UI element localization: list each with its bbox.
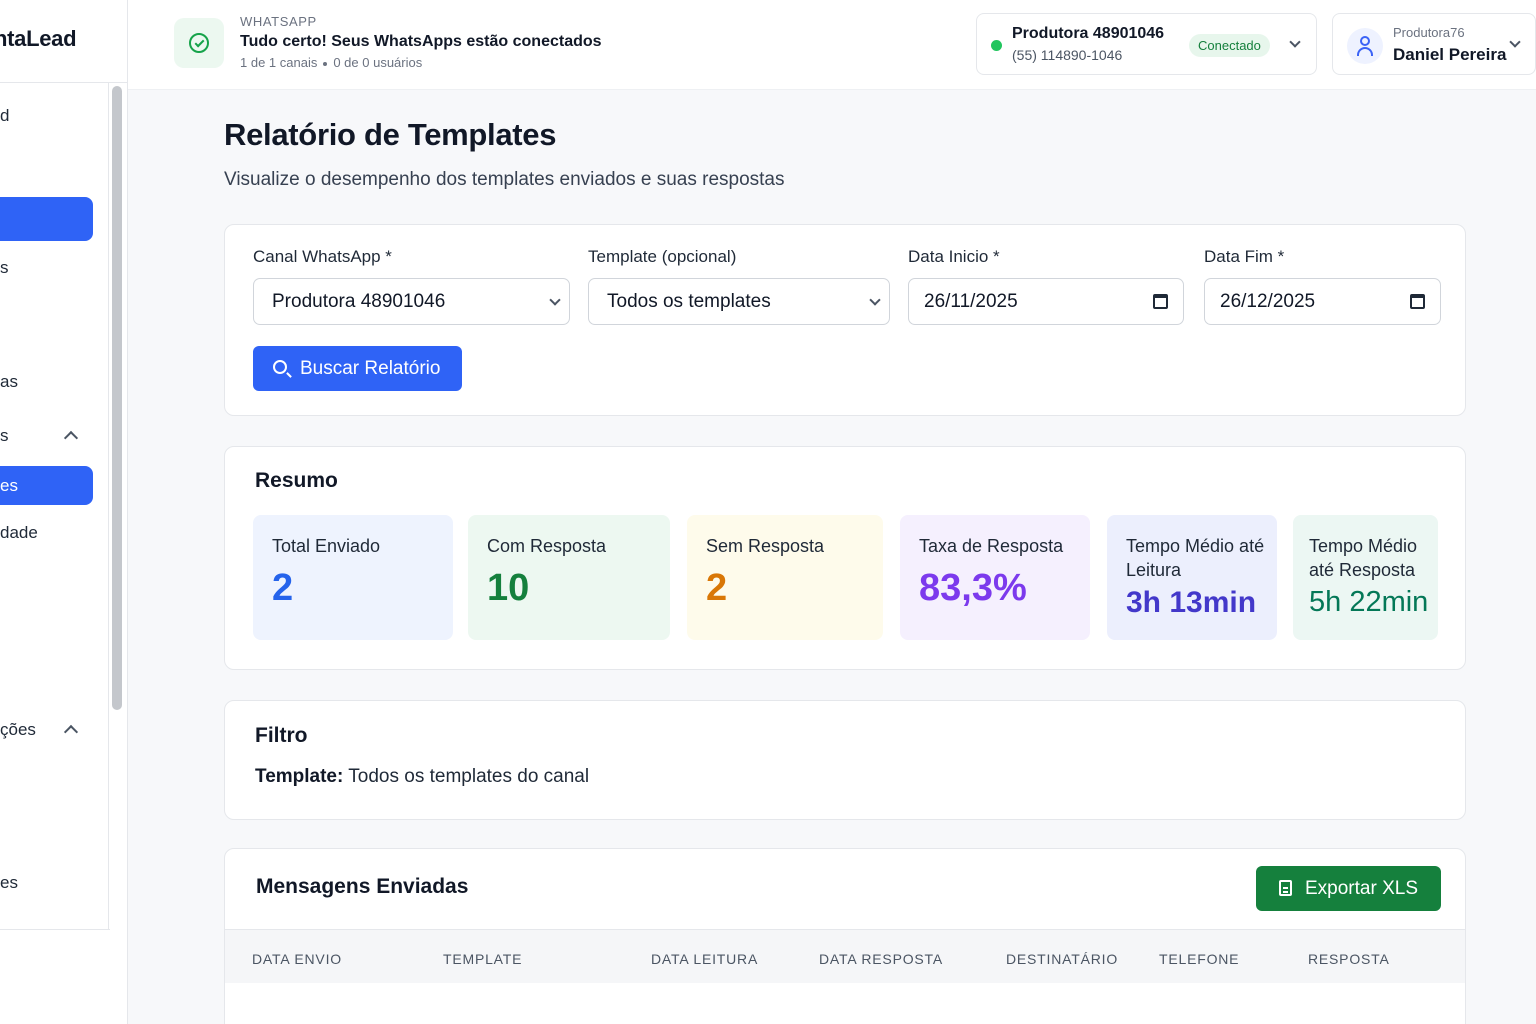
page-title: Relatório de Templates	[224, 117, 557, 152]
column-header[interactable]: DATA RESPOSTA	[819, 951, 943, 967]
user-company: Produtora76	[1393, 25, 1465, 40]
stat-label: Taxa de Resposta	[919, 536, 1064, 556]
stat-label: Com Resposta	[487, 536, 607, 556]
filter-template-label: Template:	[255, 766, 344, 787]
whatsapp-label: WHATSAPP	[240, 14, 317, 29]
stat-value: 5h 22min	[1309, 586, 1429, 618]
chevron-down-icon	[549, 294, 561, 306]
sidebar-item-label: es	[0, 476, 18, 495]
user-menu[interactable]: Produtora76 Daniel Pereira	[1332, 13, 1536, 75]
sidebar-item-es[interactable]: es	[0, 873, 18, 893]
template-select[interactable]: Todos os templates	[588, 278, 890, 325]
user-icon	[1347, 28, 1383, 64]
start-date-input[interactable]: 26/11/2025	[908, 278, 1184, 325]
search-icon	[273, 360, 287, 374]
sidebar-divider	[0, 929, 110, 930]
stat-value: 3h 13min	[1126, 586, 1257, 619]
connection-status-title: Tudo certo! Seus WhatsApps estão conecta…	[240, 33, 602, 50]
sidebar-group-settings[interactable]: ções	[0, 720, 36, 740]
summary-title: Resumo	[255, 469, 338, 492]
end-date-label: Data Fim *	[1204, 247, 1285, 266]
stat-without-reply: Sem Resposta 2	[687, 515, 883, 640]
users-count: 0 de 0 usuários	[333, 55, 423, 70]
sidebar-item-active-top[interactable]	[0, 197, 93, 241]
sidebar-item-s[interactable]: s	[0, 258, 9, 278]
stat-response-rate: Taxa de Resposta 83,3%	[900, 515, 1090, 640]
stat-avg-reply-time: Tempo Médio até Resposta 5h 22min	[1293, 515, 1438, 640]
online-status-dot	[991, 40, 1002, 51]
export-xls-button[interactable]: Exportar XLS	[1256, 866, 1441, 911]
chevron-down-icon	[1509, 36, 1521, 48]
stat-value: 83,3%	[919, 567, 1027, 609]
column-header[interactable]: TEMPLATE	[443, 951, 522, 967]
search-report-label: Buscar Relatório	[300, 358, 441, 379]
connected-badge: Conectado	[1189, 34, 1270, 57]
column-header[interactable]: TELEFONE	[1159, 951, 1239, 967]
chevron-down-icon	[869, 294, 881, 306]
sidebar: ntaLead d s as s es dade ções es	[0, 0, 128, 1024]
table-header: DATA ENVIO TEMPLATE DATA LEITURA DATA RE…	[225, 929, 1465, 983]
chevron-up-icon[interactable]	[63, 430, 79, 446]
channel-select[interactable]: Produtora 48901046	[253, 278, 570, 325]
sidebar-scrollbar[interactable]	[112, 86, 122, 710]
column-header[interactable]: DATA LEITURA	[651, 951, 758, 967]
channels-count: 1 de 1 canais	[240, 55, 318, 70]
app-logo: ntaLead	[0, 26, 77, 51]
filter-info-card	[224, 700, 1466, 820]
top-header: WHATSAPP Tudo certo! Seus WhatsApps estã…	[128, 0, 1536, 90]
column-header[interactable]: DATA ENVIO	[252, 951, 342, 967]
sidebar-item-templates[interactable]: es	[0, 466, 93, 505]
sidebar-item-dashboard[interactable]: d	[0, 106, 9, 126]
user-name: Daniel Pereira	[1393, 45, 1507, 64]
channel-phone: (55) 114890-1046	[1012, 47, 1123, 63]
stat-label: Tempo Médio até Leitura	[1126, 536, 1265, 580]
sidebar-item-dade[interactable]: dade	[0, 523, 38, 543]
sidebar-item-as[interactable]: as	[0, 372, 18, 392]
stat-label: Tempo Médio até Resposta	[1309, 536, 1418, 580]
stat-label: Total Enviado	[272, 536, 381, 556]
stat-value: 10	[487, 567, 530, 609]
chevron-up-icon[interactable]	[63, 724, 79, 740]
messages-title: Mensagens Enviadas	[256, 875, 469, 898]
calendar-icon[interactable]	[1410, 294, 1425, 309]
sidebar-scroll-track	[108, 83, 109, 929]
calendar-icon[interactable]	[1153, 294, 1168, 309]
channel-name: Produtora 48901046	[1012, 25, 1165, 42]
channel-selector[interactable]: Produtora 48901046 (55) 114890-1046 Cone…	[976, 13, 1317, 75]
channel-select-value: Produtora 48901046	[272, 291, 446, 312]
column-header[interactable]: RESPOSTA	[1308, 951, 1390, 967]
document-icon	[1279, 880, 1292, 896]
end-date-value: 26/12/2025	[1220, 291, 1316, 312]
filter-template-value: Todos os templates do canal	[348, 766, 590, 787]
start-date-label: Data Inicio *	[908, 247, 1000, 266]
filter-template-text: Template: Todos os templates do canal	[255, 766, 589, 788]
template-field-label: Template (opcional)	[588, 247, 737, 266]
export-xls-label: Exportar XLS	[1305, 878, 1418, 899]
sidebar-group-reports[interactable]: s	[0, 426, 9, 446]
filter-title: Filtro	[255, 724, 308, 747]
stat-avg-read-time: Tempo Médio até Leitura 3h 13min	[1107, 515, 1277, 640]
stat-value: 2	[272, 567, 294, 609]
stat-label: Sem Resposta	[706, 536, 825, 556]
chevron-down-icon	[1289, 36, 1301, 48]
page-subtitle: Visualize o desempenho dos templates env…	[224, 169, 785, 190]
channel-field-label: Canal WhatsApp *	[253, 247, 392, 266]
start-date-value: 26/11/2025	[924, 291, 1018, 312]
template-select-value: Todos os templates	[607, 291, 771, 312]
stat-total-sent: Total Enviado 2	[253, 515, 453, 640]
search-report-button[interactable]: Buscar Relatório	[253, 346, 462, 391]
separator-dot	[323, 61, 328, 66]
check-circle-icon	[174, 18, 224, 68]
end-date-input[interactable]: 26/12/2025	[1204, 278, 1441, 325]
connection-counts: 1 de 1 canais 0 de 0 usuários	[240, 55, 422, 70]
stat-with-reply: Com Resposta 10	[468, 515, 670, 640]
column-header[interactable]: DESTINATÁRIO	[1006, 951, 1118, 967]
stat-value: 2	[706, 567, 728, 609]
